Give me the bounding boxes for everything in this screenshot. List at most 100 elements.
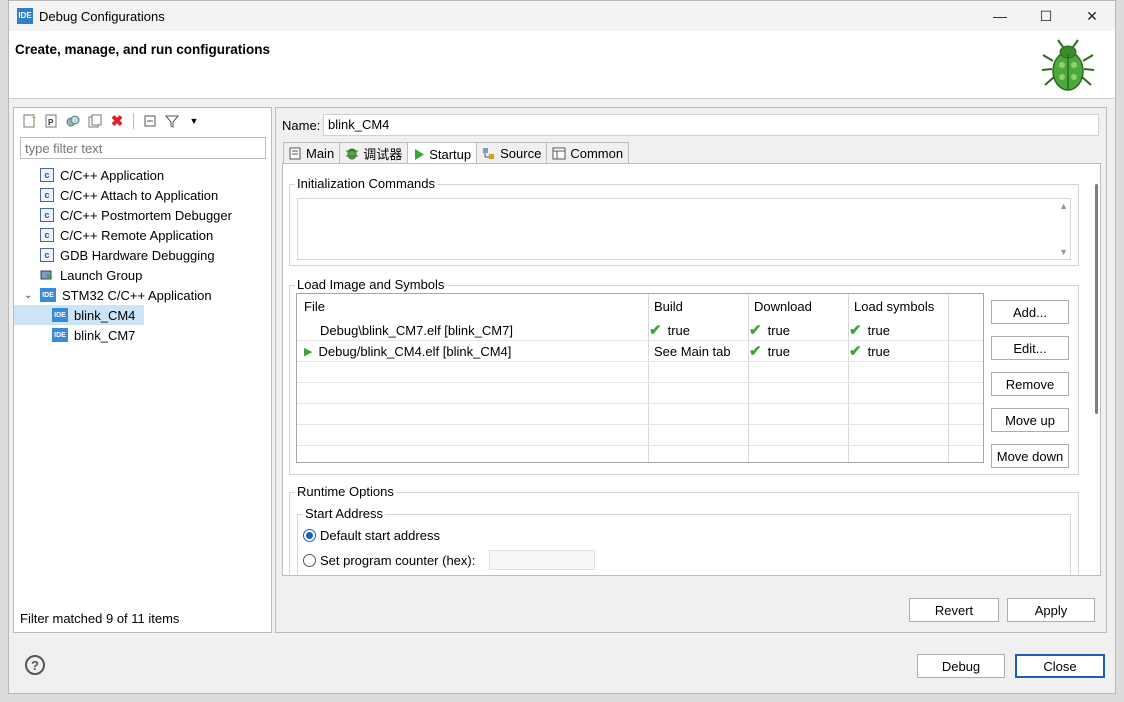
common-tab-icon xyxy=(552,147,566,160)
default-start-address-radio[interactable]: Default start address xyxy=(303,528,440,543)
toolbar-divider xyxy=(133,113,134,129)
build-cell: See Main tab xyxy=(654,344,731,359)
edit-button[interactable]: Edit... xyxy=(991,336,1069,360)
radio-selected-icon xyxy=(303,529,316,542)
tab-common[interactable]: Common xyxy=(546,142,630,164)
tree-item-gdb-hardware[interactable]: c GDB Hardware Debugging xyxy=(14,245,271,265)
tree-item-cpp-remote[interactable]: c C/C++ Remote Application xyxy=(14,225,271,245)
move-down-button[interactable]: Move down xyxy=(991,444,1069,468)
scroll-down-icon[interactable]: ▼ xyxy=(1059,247,1068,257)
bug-icon xyxy=(1041,39,1095,91)
tab-source[interactable]: Source xyxy=(476,142,548,164)
radio-unselected-icon xyxy=(303,554,316,567)
vertical-scrollbar[interactable] xyxy=(1095,184,1098,414)
symbols-cell: true xyxy=(867,323,890,338)
tree-item-blink-cm4[interactable]: IDE blink_CM4 xyxy=(14,305,144,325)
remove-button[interactable]: Remove xyxy=(991,372,1069,396)
pc-hex-input[interactable] xyxy=(489,550,595,570)
new-config-icon[interactable]: ✦ xyxy=(20,112,38,130)
column-header-load-symbols[interactable]: Load symbols xyxy=(854,299,934,314)
tree-item-label: C/C++ Application xyxy=(60,167,165,183)
load-image-table[interactable]: File Build Download Load symbols Debug\b… xyxy=(296,293,984,463)
set-pc-radio[interactable]: Set program counter (hex): xyxy=(303,553,475,568)
svg-text:✦: ✦ xyxy=(31,114,36,122)
add-button[interactable]: Add... xyxy=(991,300,1069,324)
tree-item-label: blink_CM4 xyxy=(74,307,136,323)
source-tab-icon xyxy=(483,148,495,159)
check-icon: ✔ xyxy=(649,321,662,339)
startup-tab-content: Initialization Commands ▲ ▼ Load Image a… xyxy=(282,163,1101,576)
check-icon: ✔ xyxy=(749,342,762,360)
tree-item-cpp-application[interactable]: c C/C++ Application xyxy=(14,165,271,185)
download-cell: true xyxy=(767,323,790,338)
tab-label: Main xyxy=(306,146,335,161)
table-row xyxy=(297,362,983,383)
init-commands-textarea[interactable]: ▲ ▼ xyxy=(297,198,1071,260)
view-menu-icon[interactable]: ▼ xyxy=(185,112,203,130)
maximize-icon: ☐ xyxy=(1039,7,1053,24)
symbols-cell: true xyxy=(867,344,890,359)
filter-status: Filter matched 9 of 11 items xyxy=(20,611,180,626)
scroll-up-icon[interactable]: ▲ xyxy=(1059,201,1068,211)
config-tree-pane: ✦ P ✖ ▼ c C/C++ Application c C/C++ Atta… xyxy=(13,107,272,633)
c-config-icon: c xyxy=(40,228,54,242)
file-cell: Debug/blink_CM4.elf [blink_CM4] xyxy=(318,344,512,359)
name-field[interactable]: blink_CM4 xyxy=(323,114,1099,136)
filter-input[interactable] xyxy=(20,137,266,159)
tab-main[interactable]: Main xyxy=(283,142,341,164)
column-header-file[interactable]: File xyxy=(304,299,325,314)
tree-item-label: Launch Group xyxy=(60,267,143,283)
apply-button[interactable]: Apply xyxy=(1007,598,1095,622)
delete-icon[interactable]: ✖ xyxy=(108,112,126,130)
column-header-download[interactable]: Download xyxy=(754,299,812,314)
move-up-button[interactable]: Move up xyxy=(991,408,1069,432)
tree-toolbar: ✦ P ✖ ▼ xyxy=(14,108,271,134)
name-label: Name: xyxy=(282,118,321,133)
debug-configurations-dialog: IDE Debug Configurations — ☐ ✕ Create, m… xyxy=(8,0,1116,694)
build-cell: true xyxy=(667,323,690,338)
maximize-button[interactable]: ☐ xyxy=(1023,1,1069,31)
ide-icon: IDE xyxy=(52,308,68,322)
title-bar: IDE Debug Configurations — ☐ ✕ xyxy=(9,1,1115,31)
close-button[interactable]: Close xyxy=(1015,654,1105,678)
minimize-icon: — xyxy=(993,8,1007,24)
tree-item-launch-group[interactable]: Launch Group xyxy=(14,265,271,285)
tree-item-blink-cm7[interactable]: IDE blink_CM7 xyxy=(14,325,271,345)
tree-item-label: C/C++ Remote Application xyxy=(60,227,214,243)
table-row[interactable]: ▶ Debug/blink_CM4.elf [blink_CM4] See Mai… xyxy=(297,341,983,362)
main-tab-icon xyxy=(289,147,301,160)
debug-button[interactable]: Debug xyxy=(917,654,1005,678)
minimize-button[interactable]: — xyxy=(977,1,1023,31)
column-header-build[interactable]: Build xyxy=(654,299,683,314)
tree-item-label: C/C++ Attach to Application xyxy=(60,187,219,203)
tree-item-label: blink_CM7 xyxy=(74,327,136,343)
tree-item-stm32-application[interactable]: ⌄ IDE STM32 C/C++ Application xyxy=(14,285,271,305)
help-icon[interactable]: ? xyxy=(25,655,45,675)
runtime-options-title: Runtime Options xyxy=(295,484,396,499)
collapse-all-icon[interactable] xyxy=(141,112,159,130)
tree-item-cpp-postmortem[interactable]: c C/C++ Postmortem Debugger xyxy=(14,205,271,225)
export-icon[interactable] xyxy=(86,112,104,130)
init-commands-title: Initialization Commands xyxy=(295,176,438,191)
new-prototype-icon[interactable]: P xyxy=(42,112,60,130)
filter-icon[interactable] xyxy=(163,112,181,130)
c-config-icon: c xyxy=(40,208,54,222)
duplicate-icon[interactable] xyxy=(64,112,82,130)
close-window-button[interactable]: ✕ xyxy=(1069,1,1115,31)
chevron-down-icon[interactable]: ⌄ xyxy=(24,290,40,301)
revert-button[interactable]: Revert xyxy=(909,598,999,622)
tab-label: Source xyxy=(500,146,542,161)
close-icon: ✕ xyxy=(1086,7,1098,24)
tab-startup[interactable]: Startup xyxy=(407,142,478,165)
radio-label: Default start address xyxy=(320,528,440,543)
tab-debugger[interactable]: 调试器 xyxy=(339,142,409,164)
app-icon: IDE xyxy=(17,8,33,24)
tab-label: Startup xyxy=(429,146,472,162)
window-title: Debug Configurations xyxy=(39,9,165,24)
run-marker-icon: ▶ xyxy=(304,346,313,358)
config-editor-pane: Name: blink_CM4 Main 调试器 Startup Source … xyxy=(275,107,1107,633)
start-address-title: Start Address xyxy=(303,506,386,521)
table-row[interactable]: Debug\blink_CM7.elf [blink_CM7] ✔ true ✔ t… xyxy=(297,320,983,341)
c-config-icon: c xyxy=(40,188,54,202)
tree-item-cpp-attach[interactable]: c C/C++ Attach to Application xyxy=(14,185,271,205)
